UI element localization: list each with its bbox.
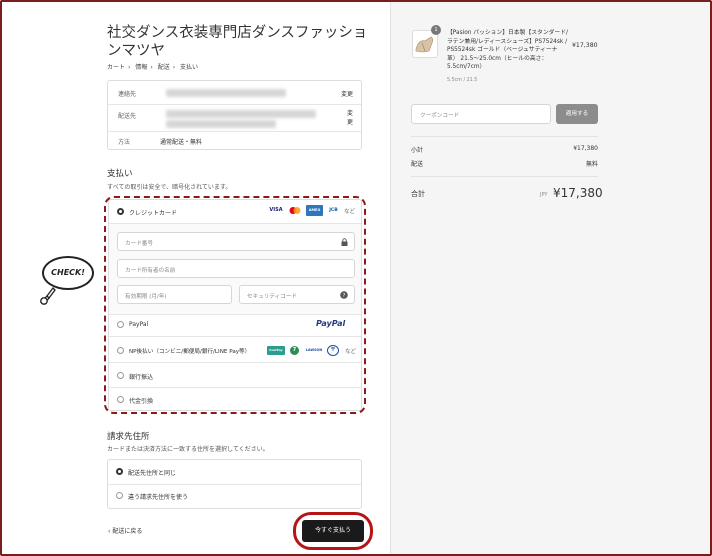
screenshot-frame (0, 0, 712, 556)
